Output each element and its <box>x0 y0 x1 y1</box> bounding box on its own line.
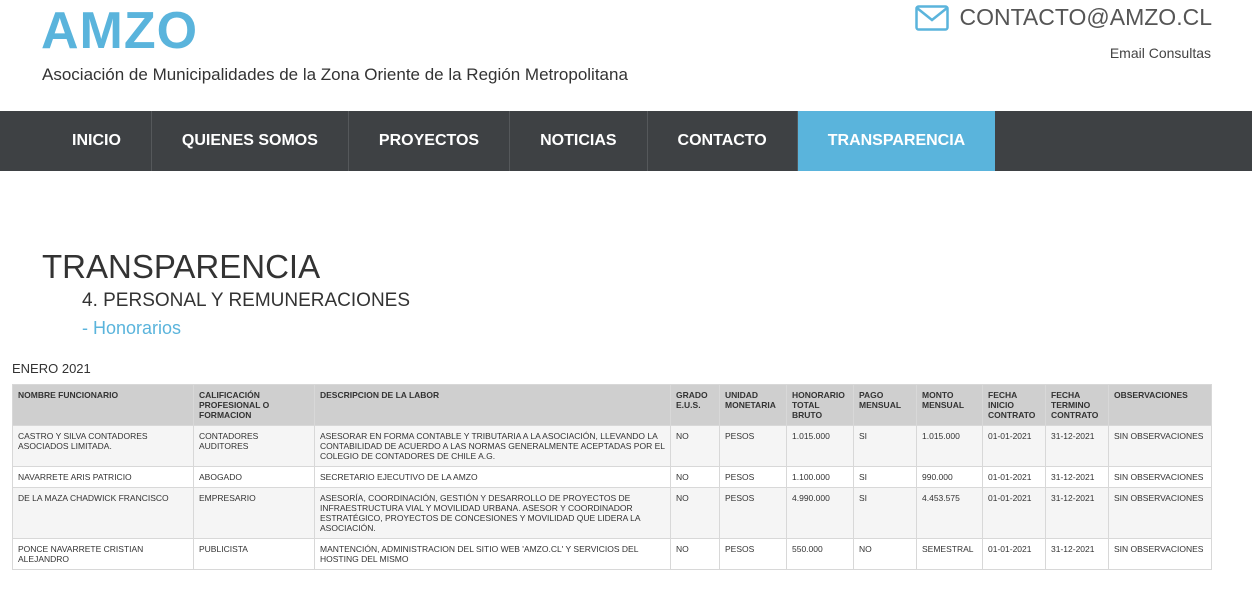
column-header: UNIDAD MONETARIA <box>719 384 787 426</box>
table-cell: PESOS <box>719 466 787 488</box>
table-cell: NAVARRETE ARIS PATRICIO <box>12 466 194 488</box>
site-logo[interactable]: AMZO <box>41 0 198 62</box>
table-cell: SEMESTRAL <box>916 538 983 570</box>
table-cell: 4.453.575 <box>916 487 983 539</box>
table-cell: CONTADORES AUDITORES <box>193 425 315 467</box>
table-row: CASTRO Y SILVA CONTADORES ASOCIADOS LIMI… <box>12 425 1212 467</box>
period-label: ENERO 2021 <box>12 361 91 376</box>
table-cell: PONCE NAVARRETE CRISTIAN ALEJANDRO <box>12 538 194 570</box>
nav-item-proyectos[interactable]: PROYECTOS <box>349 111 511 171</box>
table-cell: ASESORAR EN FORMA CONTABLE Y TRIBUTARIA … <box>314 425 671 467</box>
table-cell: ASESORÍA, COORDINACIÓN, GESTIÓN Y DESARR… <box>314 487 671 539</box>
table-cell: NO <box>853 538 917 570</box>
table-header-row: NOMBRE FUNCIONARIO CALIFICACIÓN PROFESIO… <box>12 384 1212 426</box>
column-header: CALIFICACIÓN PROFESIONAL O FORMACION <box>193 384 315 426</box>
table-cell: 1.015.000 <box>916 425 983 467</box>
table-cell: PESOS <box>719 425 787 467</box>
column-header: MONTO MENSUAL <box>916 384 983 426</box>
contact-email-text[interactable]: CONTACTO@AMZO.CL <box>959 4 1212 31</box>
table-cell: 01-01-2021 <box>982 538 1046 570</box>
nav-item-inicio[interactable]: INICIO <box>42 111 152 171</box>
table-cell: PUBLICISTA <box>193 538 315 570</box>
column-header: NOMBRE FUNCIONARIO <box>12 384 194 426</box>
table-cell: 31-12-2021 <box>1045 466 1109 488</box>
section-heading: 4. PERSONAL Y REMUNERACIONES <box>82 290 411 311</box>
table-cell: DE LA MAZA CHADWICK FRANCISCO <box>12 487 194 539</box>
table-cell: 1.015.000 <box>786 425 854 467</box>
table-cell: NO <box>670 538 720 570</box>
table-cell: ABOGADO <box>193 466 315 488</box>
site-header: AMZO Asociación de Municipalidades de la… <box>0 0 1252 111</box>
nav-item-transparencia[interactable]: TRANSPARENCIA <box>797 111 996 171</box>
table-row: DE LA MAZA CHADWICK FRANCISCO EMPRESARIO… <box>12 487 1212 539</box>
table-cell: MANTENCIÓN, ADMINISTRACION DEL SITIO WEB… <box>314 538 671 570</box>
column-header: DESCRIPCION DE LA LABOR <box>314 384 671 426</box>
table-cell: SIN OBSERVACIONES <box>1108 487 1212 539</box>
table-cell: PESOS <box>719 538 787 570</box>
table-row: PONCE NAVARRETE CRISTIAN ALEJANDRO PUBLI… <box>12 538 1212 570</box>
table-cell: 01-01-2021 <box>982 487 1046 539</box>
table-cell: SIN OBSERVACIONES <box>1108 538 1212 570</box>
column-header: PAGO MENSUAL <box>853 384 917 426</box>
table-cell: SI <box>853 487 917 539</box>
contact-label: Email Consultas <box>1109 45 1211 61</box>
subsection-link[interactable]: - Honorarios <box>82 318 181 339</box>
table-cell: 31-12-2021 <box>1045 538 1109 570</box>
table-cell: 01-01-2021 <box>982 466 1046 488</box>
contact-email-link[interactable]: CONTACTO@AMZO.CL <box>915 4 1212 31</box>
column-header: GRADO E.U.S. <box>670 384 720 426</box>
table-cell: 990.000 <box>916 466 983 488</box>
column-header: FECHA TERMINO CONTRATO <box>1045 384 1109 426</box>
main-nav: INICIO QUIENES SOMOS PROYECTOS NOTICIAS … <box>0 111 1252 171</box>
column-header: FECHA INICIO CONTRATO <box>982 384 1046 426</box>
table-cell: NO <box>670 466 720 488</box>
nav-item-quienes-somos[interactable]: QUIENES SOMOS <box>152 111 349 171</box>
table-cell: SI <box>853 466 917 488</box>
column-header: HONORARIO TOTAL BRUTO <box>786 384 854 426</box>
table-cell: NO <box>670 425 720 467</box>
honorarios-table: NOMBRE FUNCIONARIO CALIFICACIÓN PROFESIO… <box>12 384 1212 570</box>
table-row: NAVARRETE ARIS PATRICIO ABOGADO SECRETAR… <box>12 466 1212 488</box>
table-cell: 550.000 <box>786 538 854 570</box>
table-cell: SECRETARIO EJECUTIVO DE LA AMZO <box>314 466 671 488</box>
column-header: OBSERVACIONES <box>1108 384 1212 426</box>
envelope-icon <box>915 4 950 31</box>
table-cell: SI <box>853 425 917 467</box>
table-cell: 1.100.000 <box>786 466 854 488</box>
site-subtitle: Asociación de Municipalidades de la Zona… <box>42 65 628 84</box>
table-cell: 31-12-2021 <box>1045 487 1109 539</box>
table-cell: PESOS <box>719 487 787 539</box>
table-cell: 01-01-2021 <box>982 425 1046 467</box>
table-cell: 31-12-2021 <box>1045 425 1109 467</box>
nav-item-contacto[interactable]: CONTACTO <box>648 111 798 171</box>
table-cell: SIN OBSERVACIONES <box>1108 466 1212 488</box>
table-cell: NO <box>670 487 720 539</box>
page-title: TRANSPARENCIA <box>42 248 321 285</box>
table-cell: SIN OBSERVACIONES <box>1108 425 1212 467</box>
table-cell: EMPRESARIO <box>193 487 315 539</box>
table-cell: CASTRO Y SILVA CONTADORES ASOCIADOS LIMI… <box>12 425 194 467</box>
nav-item-noticias[interactable]: NOTICIAS <box>510 111 648 171</box>
table-cell: 4.990.000 <box>786 487 854 539</box>
